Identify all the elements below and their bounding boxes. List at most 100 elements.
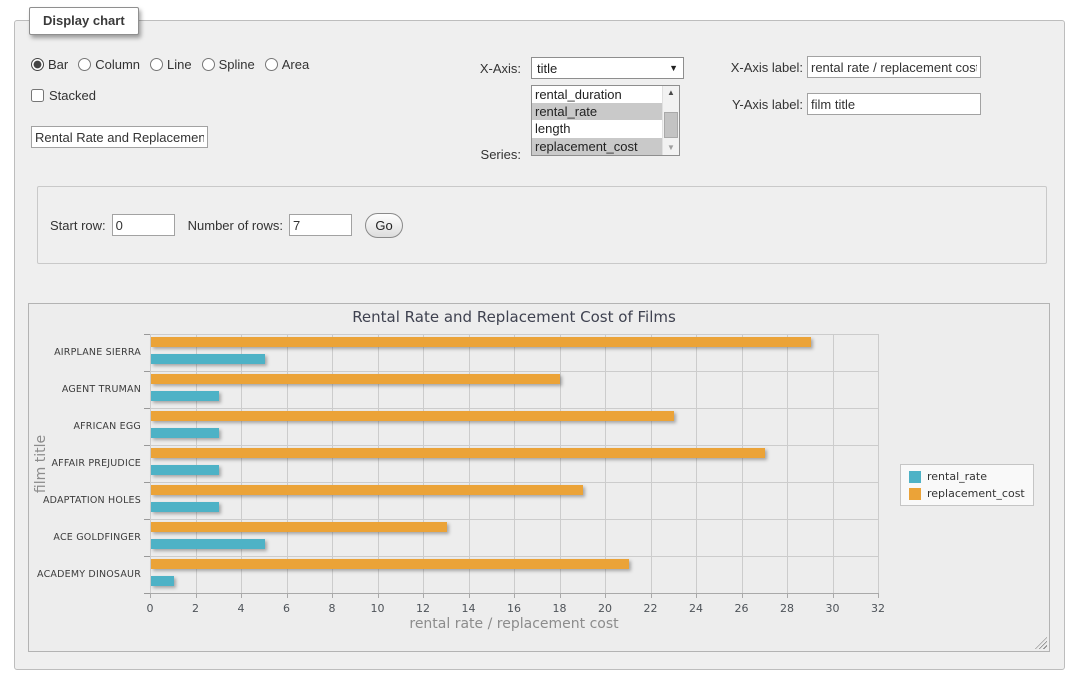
series-multiselect[interactable]: rental_duration rental_rate length repla…	[531, 85, 680, 156]
gridline	[241, 334, 242, 593]
gridline	[560, 334, 561, 593]
replacement_cost-bar[interactable]	[151, 448, 765, 458]
legend-label: replacement_cost	[927, 487, 1025, 500]
rental_rate-bar[interactable]	[151, 576, 174, 586]
y-axis-label-field-label: Y-Axis label:	[715, 97, 803, 112]
rental_rate-bar[interactable]	[151, 502, 219, 512]
x-axis-tick	[514, 594, 515, 598]
bar-radio[interactable]	[31, 58, 44, 71]
radio-option-column[interactable]: Column	[78, 57, 140, 72]
series-option[interactable]: rental_duration	[532, 86, 662, 103]
y-axis-label-input[interactable]	[807, 93, 981, 115]
rental_rate-bar[interactable]	[151, 539, 265, 549]
x-axis-tick	[605, 594, 606, 598]
go-button[interactable]: Go	[365, 213, 403, 238]
x-axis-tick	[196, 594, 197, 598]
legend-item-rental_rate[interactable]: rental_rate	[909, 470, 1025, 483]
radio-label: Area	[282, 57, 309, 72]
radio-label: Line	[167, 57, 192, 72]
legend-item-replacement_cost[interactable]: replacement_cost	[909, 487, 1025, 500]
x-axis-tick-label: 12	[406, 602, 440, 615]
y-axis-tick	[144, 334, 150, 335]
replacement_cost-bar[interactable]	[151, 374, 560, 384]
x-axis-tick-label: 22	[634, 602, 668, 615]
category-label: ACE GOLDFINGER	[29, 532, 141, 543]
start-row-input[interactable]	[112, 214, 175, 236]
x-axis-line	[150, 593, 879, 594]
display-chart-panel: Bar Column Line Spline Area Stacked X-Ax…	[14, 20, 1065, 670]
scroll-down-icon[interactable]: ▼	[663, 141, 679, 155]
series-option-list: rental_duration rental_rate length repla…	[532, 86, 662, 155]
x-axis-tick-label: 30	[816, 602, 850, 615]
x-axis-tick-label: 10	[361, 602, 395, 615]
replacement_cost-bar[interactable]	[151, 337, 811, 347]
rental_rate-bar[interactable]	[151, 354, 265, 364]
gridline	[196, 334, 197, 593]
rental_rate-bar[interactable]	[151, 391, 219, 401]
start-row-label: Start row:	[50, 218, 106, 233]
line-radio[interactable]	[150, 58, 163, 71]
gridline	[150, 408, 879, 409]
x-axis-tick	[469, 594, 470, 598]
x-axis-tick-label: 26	[725, 602, 759, 615]
x-axis-tick-label: 24	[679, 602, 713, 615]
resize-handle-icon[interactable]	[1035, 637, 1047, 649]
x-axis-tick	[651, 594, 652, 598]
radio-label: Bar	[48, 57, 68, 72]
x-axis-tick	[287, 594, 288, 598]
area-radio[interactable]	[265, 58, 278, 71]
gridline	[514, 334, 515, 593]
stacked-checkbox[interactable]	[31, 89, 44, 102]
gridline	[150, 371, 879, 372]
x-axis-select-label: X-Axis:	[415, 61, 521, 76]
x-axis-tick-label: 4	[224, 602, 258, 615]
x-axis-tick	[423, 594, 424, 598]
spline-radio[interactable]	[202, 58, 215, 71]
radio-option-area[interactable]: Area	[265, 57, 309, 72]
y-axis-tick	[144, 519, 150, 520]
replacement_cost-bar[interactable]	[151, 559, 629, 569]
replacement_cost-bar[interactable]	[151, 522, 447, 532]
legend-swatch-icon	[909, 471, 921, 483]
x-axis-tick	[742, 594, 743, 598]
x-axis-tick	[833, 594, 834, 598]
radio-option-bar[interactable]: Bar	[31, 57, 68, 72]
x-axis-label-input[interactable]	[807, 56, 981, 78]
column-radio[interactable]	[78, 58, 91, 71]
series-option[interactable]: rental_rate	[532, 103, 662, 120]
stacked-option: Stacked	[31, 88, 96, 103]
gridline	[878, 334, 879, 593]
chart-title: Rental Rate and Replacement Cost of Film…	[150, 308, 878, 326]
replacement_cost-bar[interactable]	[151, 485, 583, 495]
gridline	[605, 334, 606, 593]
series-option[interactable]: replacement_cost	[532, 138, 662, 155]
scrollbar[interactable]: ▲ ▼	[662, 86, 679, 155]
scrollbar-thumb[interactable]	[664, 112, 678, 138]
stacked-label: Stacked	[49, 88, 96, 103]
gridline	[378, 334, 379, 593]
gridline	[787, 334, 788, 593]
gridline	[287, 334, 288, 593]
radio-option-line[interactable]: Line	[150, 57, 192, 72]
gridline	[150, 334, 151, 593]
gridline	[742, 334, 743, 593]
x-axis-tick-label: 16	[497, 602, 531, 615]
gridline	[696, 334, 697, 593]
number-of-rows-input[interactable]	[289, 214, 352, 236]
x-axis-tick	[878, 594, 879, 598]
scroll-up-icon[interactable]: ▲	[663, 86, 679, 100]
rental_rate-bar[interactable]	[151, 428, 219, 438]
rental_rate-bar[interactable]	[151, 465, 219, 475]
gridline	[332, 334, 333, 593]
series-option[interactable]: length	[532, 120, 662, 137]
gridline	[150, 482, 879, 483]
gridline	[651, 334, 652, 593]
radio-option-spline[interactable]: Spline	[202, 57, 255, 72]
number-of-rows-label: Number of rows:	[188, 218, 283, 233]
row-controls-panel: Start row: Number of rows: Go	[37, 186, 1047, 264]
category-label: AIRPLANE SIERRA	[29, 347, 141, 358]
category-label: ACADEMY DINOSAUR	[29, 569, 141, 580]
replacement_cost-bar[interactable]	[151, 411, 674, 421]
chart-title-input[interactable]	[31, 126, 208, 148]
x-axis-select[interactable]: title ▼	[531, 57, 684, 79]
